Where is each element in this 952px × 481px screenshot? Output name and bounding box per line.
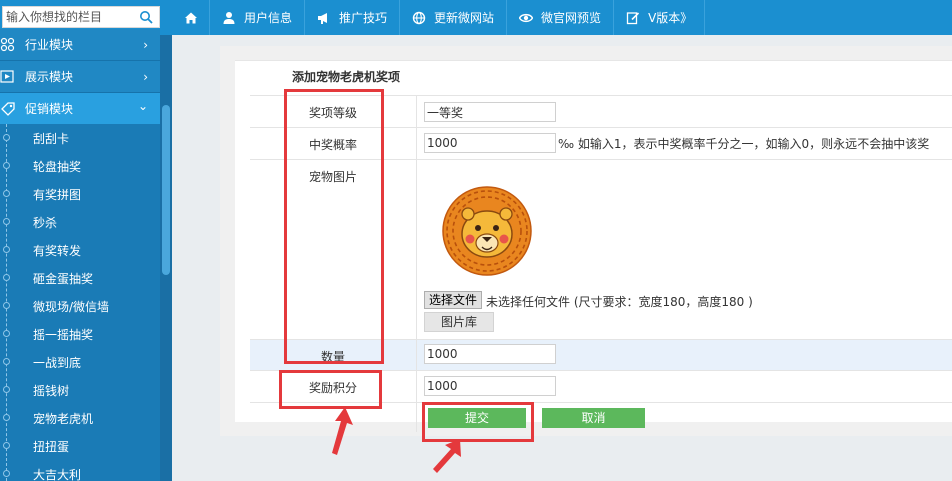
- sub-item-label: 砸金蛋抽奖: [33, 272, 94, 286]
- nav-promotion-tips[interactable]: 推广技巧: [305, 0, 401, 35]
- sidebar-item-wheel[interactable]: 轮盘抽奖: [0, 152, 160, 180]
- sidebar-item-scratch-card[interactable]: 刮刮卡: [0, 124, 160, 152]
- nav-label: 推广技巧: [339, 11, 388, 25]
- sub-item-label: 秒杀: [33, 216, 58, 230]
- edit-icon: [626, 11, 640, 24]
- nav-update-site[interactable]: 更新微网站: [400, 0, 508, 35]
- sidebar-module-display[interactable]: 展示模块 ›: [0, 61, 160, 93]
- annotation-box-submit: [422, 402, 534, 442]
- globe-icon: [412, 11, 426, 24]
- sub-item-label: 一战到底: [33, 356, 82, 370]
- sidebar-item-gashapon[interactable]: 扭扭蛋: [0, 432, 160, 460]
- promotion-submenu: 刮刮卡 轮盘抽奖 有奖拼图 秒杀 有奖转发 砸金蛋抽奖 微现场/微信墙 摇一摇抽…: [0, 124, 160, 481]
- sub-item-label: 摇钱树: [33, 384, 70, 398]
- prize-level-input[interactable]: [424, 102, 556, 122]
- tree-node-icon: [3, 274, 10, 281]
- file-status-text: 未选择任何文件 (尺寸要求：宽度180，高度180 ): [486, 295, 753, 309]
- tree-node-icon: [3, 414, 10, 421]
- chevron-right-icon: ›: [143, 38, 148, 52]
- reward-points-input[interactable]: [424, 376, 556, 396]
- sidebar-item-puzzle[interactable]: 有奖拼图: [0, 180, 160, 208]
- user-icon: [223, 11, 235, 24]
- sub-item-label: 轮盘抽奖: [33, 160, 82, 174]
- tree-node-icon: [3, 470, 10, 477]
- nav-user-info[interactable]: 用户信息: [210, 0, 306, 35]
- home-icon: [184, 12, 197, 23]
- nav-label: 更新微网站: [434, 11, 495, 25]
- module-label: 展示模块: [25, 70, 74, 84]
- probability-input[interactable]: [424, 133, 556, 153]
- nav-label: V版本》: [648, 11, 693, 25]
- sidebar: 行业模块 › 展示模块 › 促销模块 ⌄ 刮刮卡 轮盘抽奖 有奖拼图 秒杀 有奖…: [0, 29, 172, 481]
- tree-node-icon: [3, 190, 10, 197]
- sidebar-item-share-reward[interactable]: 有奖转发: [0, 236, 160, 264]
- sidebar-item-live-wall[interactable]: 微现场/微信墙: [0, 292, 160, 320]
- lion-image: [442, 186, 532, 276]
- tree-node-icon: [3, 246, 10, 253]
- nav-label: 用户信息: [244, 11, 293, 25]
- tree-node-icon: [3, 302, 10, 309]
- grid-icon: [0, 37, 15, 51]
- sub-item-label: 微现场/微信墙: [33, 300, 110, 314]
- nav-site-preview[interactable]: 微官网预览: [507, 0, 615, 35]
- sidebar-module-industry[interactable]: 行业模块 ›: [0, 29, 160, 61]
- eye-icon: [519, 13, 534, 22]
- sidebar-module-promotion[interactable]: 促销模块 ⌄: [0, 93, 160, 125]
- form-title: 添加宠物老虎机奖项: [292, 70, 401, 84]
- annotation-arrow-icon: [433, 439, 461, 473]
- sub-item-label: 摇一摇抽奖: [33, 328, 94, 342]
- sub-item-label: 有奖转发: [33, 244, 82, 258]
- chevron-down-icon: ⌄: [137, 99, 148, 113]
- sidebar-item-quiz-battle[interactable]: 一战到底: [0, 348, 160, 376]
- nav-label: 微官网预览: [541, 11, 602, 25]
- sub-item-label: 有奖拼图: [33, 188, 82, 202]
- play-icon: [0, 69, 14, 83]
- megaphone-icon: [318, 12, 328, 24]
- cancel-button[interactable]: 取消: [542, 408, 645, 428]
- sidebar-item-shake[interactable]: 摇一摇抽奖: [0, 320, 160, 348]
- probability-hint: ‰ 如输入1，表示中奖概率千分之一，如输入0，则永远不会抽中该奖: [558, 137, 930, 151]
- search-box: [2, 6, 160, 28]
- nav-home[interactable]: [172, 0, 210, 35]
- sidebar-item-pet-slot[interactable]: 宠物老虎机: [0, 404, 160, 432]
- tree-node-icon: [3, 442, 10, 449]
- sub-item-label: 扭扭蛋: [33, 440, 70, 454]
- annotation-arrow-icon: [332, 407, 353, 455]
- tree-node-icon: [3, 218, 10, 225]
- choose-file-button[interactable]: 选择文件: [424, 291, 482, 309]
- sub-item-label: 宠物老虎机: [33, 412, 94, 426]
- sub-item-label: 刮刮卡: [33, 132, 70, 146]
- chevron-right-icon: ›: [143, 70, 148, 84]
- top-nav: 用户信息 推广技巧 更新微网站 微官网预览 V版本》: [172, 0, 706, 35]
- tree-node-icon: [3, 134, 10, 141]
- sidebar-item-money-tree[interactable]: 摇钱树: [0, 376, 160, 404]
- sidebar-scrollbar[interactable]: [160, 35, 172, 481]
- tree-node-icon: [3, 162, 10, 169]
- module-label: 行业模块: [25, 38, 74, 52]
- quantity-input[interactable]: [424, 344, 556, 364]
- nav-version[interactable]: V版本》: [614, 0, 706, 35]
- module-label: 促销模块: [25, 102, 74, 116]
- tag-icon: [1, 101, 15, 116]
- sidebar-item-good-luck[interactable]: 大吉大利: [0, 460, 160, 481]
- tree-node-icon: [3, 386, 10, 393]
- annotation-box-labels: [284, 89, 384, 364]
- tree-node-icon: [3, 358, 10, 365]
- image-library-button[interactable]: 图片库: [424, 312, 494, 332]
- sidebar-item-flash-sale[interactable]: 秒杀: [0, 208, 160, 236]
- search-icon[interactable]: [139, 10, 153, 24]
- tree-node-icon: [3, 330, 10, 337]
- annotation-box-points: [279, 370, 382, 409]
- scroll-thumb[interactable]: [162, 105, 170, 275]
- sub-item-label: 大吉大利: [33, 468, 82, 481]
- sidebar-item-golden-egg[interactable]: 砸金蛋抽奖: [0, 264, 160, 292]
- search-input[interactable]: [3, 7, 135, 27]
